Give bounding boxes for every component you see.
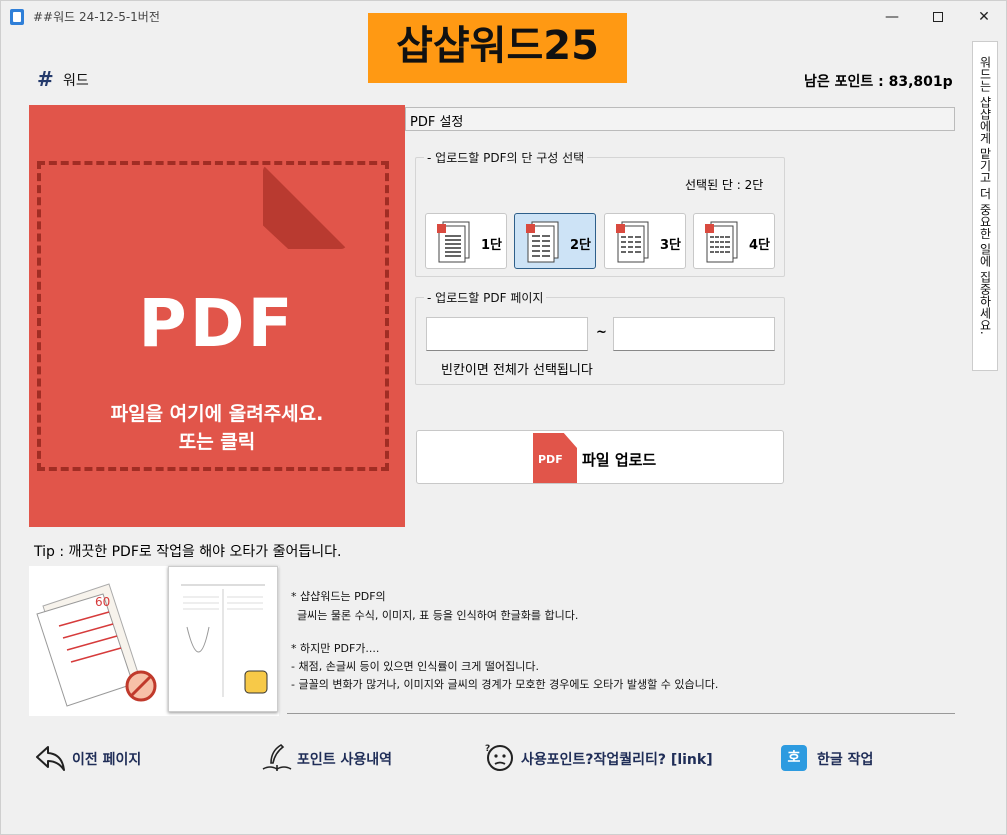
side-slogan-text: 워드는 샵샵에게 맡기고 더 중요한 일에 집중하세요. bbox=[978, 56, 992, 335]
pdf-big-label: PDF bbox=[138, 285, 296, 362]
tip-text: Tip : 깨끗한 PDF로 작업을 해야 오타가 줄어듭니다. bbox=[34, 544, 342, 560]
pdf-file-icon: PDF bbox=[533, 433, 577, 483]
column-3-label: 3단 bbox=[660, 238, 682, 253]
good-document-drawing bbox=[177, 575, 269, 703]
section-label: 워드 bbox=[63, 73, 89, 89]
three-column-doc-icon bbox=[616, 221, 649, 263]
pdf-drop-zone[interactable]: PDF 파일을 여기에 올려주세요. 또는 클릭 bbox=[29, 105, 405, 527]
pdf-settings-title: PDF 설정 bbox=[410, 115, 464, 130]
maximize-button[interactable] bbox=[915, 5, 961, 29]
page-to-input[interactable] bbox=[613, 317, 775, 351]
four-column-doc-icon bbox=[705, 221, 738, 263]
side-slogan-tab[interactable]: 워드는 샵샵에게 맡기고 더 중요한 일에 집중하세요. bbox=[972, 41, 998, 371]
back-arrow-icon bbox=[36, 746, 65, 771]
file-upload-button[interactable]: PDF 파일 업로드 bbox=[416, 430, 784, 484]
bad-document-image: 60 bbox=[36, 583, 157, 707]
drop-message-line2: 또는 클릭 bbox=[178, 431, 256, 453]
column-2-label: 2단 bbox=[570, 238, 592, 253]
minimize-button[interactable]: — bbox=[869, 5, 915, 29]
column-2-button[interactable]: 2단 bbox=[514, 213, 596, 269]
svg-text:?: ? bbox=[485, 744, 490, 754]
quality-link-label: 사용포인트?작업퀄리티? [link] bbox=[521, 752, 713, 768]
info-line-5: - 글꼴의 변화가 많거나, 이미지와 글씨의 경계가 모호한 경우에도 오타가… bbox=[291, 678, 719, 691]
info-line-4: - 채점, 손글씨 등이 있으면 인식률이 크게 떨어집니다. bbox=[291, 660, 539, 673]
info-notice: * 샵샵워드는 PDF의 글씨는 물론 수식, 이미지, 표 등을 인식하여 한… bbox=[287, 566, 955, 714]
column-select-legend-text: 업로드할 PDF의 단 구성 선택 bbox=[435, 151, 585, 165]
remaining-points: 남은 포인트 : 83,801p bbox=[804, 74, 953, 90]
hash-logo-icon: # bbox=[37, 67, 54, 91]
pdf-settings-header: PDF 설정 bbox=[405, 107, 955, 131]
selected-column-text: 선택된 단 : 2단 bbox=[685, 178, 764, 192]
close-button[interactable]: ✕ bbox=[961, 5, 1007, 29]
prev-page-label: 이전 페이지 bbox=[72, 752, 142, 768]
file-upload-label: 파일 업로드 bbox=[582, 451, 657, 469]
brand-banner: 샵샵워드25 bbox=[368, 13, 627, 83]
hangul-app-icon: 호 bbox=[781, 745, 807, 771]
page-range-separator: ~ bbox=[596, 325, 607, 340]
page-range-legend-text: 업로드할 PDF 페이지 bbox=[435, 291, 544, 305]
column-select-legend: - 업로드할 PDF의 단 구성 선택 bbox=[424, 149, 588, 166]
info-line-1: * 샵샵워드는 PDF의 bbox=[291, 590, 386, 603]
column-4-button[interactable]: 4단 bbox=[693, 213, 775, 269]
column-1-button[interactable]: 1단 bbox=[425, 213, 507, 269]
app-window: ##워드 24-12-5-1버전 — ✕ 샵샵워드25 # 워드 남은 포인트 … bbox=[0, 0, 1007, 835]
column-1-label: 1단 bbox=[481, 238, 503, 253]
maximize-icon bbox=[933, 12, 943, 22]
info-line-3: * 하지만 PDF가.... bbox=[291, 642, 380, 655]
pdf-file-icon-text: PDF bbox=[538, 453, 563, 466]
confused-face-icon: ? bbox=[485, 744, 513, 771]
quill-book-icon bbox=[262, 743, 292, 771]
two-column-doc-icon bbox=[526, 221, 559, 263]
svg-text:60: 60 bbox=[95, 595, 110, 609]
hangul-work-label: 한글 작업 bbox=[817, 752, 874, 768]
point-history-label: 포인트 사용내역 bbox=[297, 752, 393, 768]
window-title: ##워드 24-12-5-1버전 bbox=[33, 10, 160, 24]
page-from-input[interactable] bbox=[426, 317, 588, 351]
column-3-button[interactable]: 3단 bbox=[604, 213, 686, 269]
good-document-image bbox=[168, 566, 278, 712]
drop-message-line1: 파일을 여기에 올려주세요. bbox=[110, 403, 324, 425]
one-column-doc-icon bbox=[437, 221, 470, 263]
column-4-label: 4단 bbox=[749, 238, 771, 253]
example-images: 60 bbox=[29, 566, 279, 716]
page-range-legend: - 업로드할 PDF 페이지 bbox=[424, 289, 547, 306]
app-icon bbox=[10, 9, 24, 25]
page-range-hint: 빈칸이면 전체가 선택됩니다 bbox=[441, 363, 593, 378]
info-line-2: 글씨는 물론 수식, 이미지, 표 등을 인식하여 한글화를 합니다. bbox=[297, 609, 579, 622]
